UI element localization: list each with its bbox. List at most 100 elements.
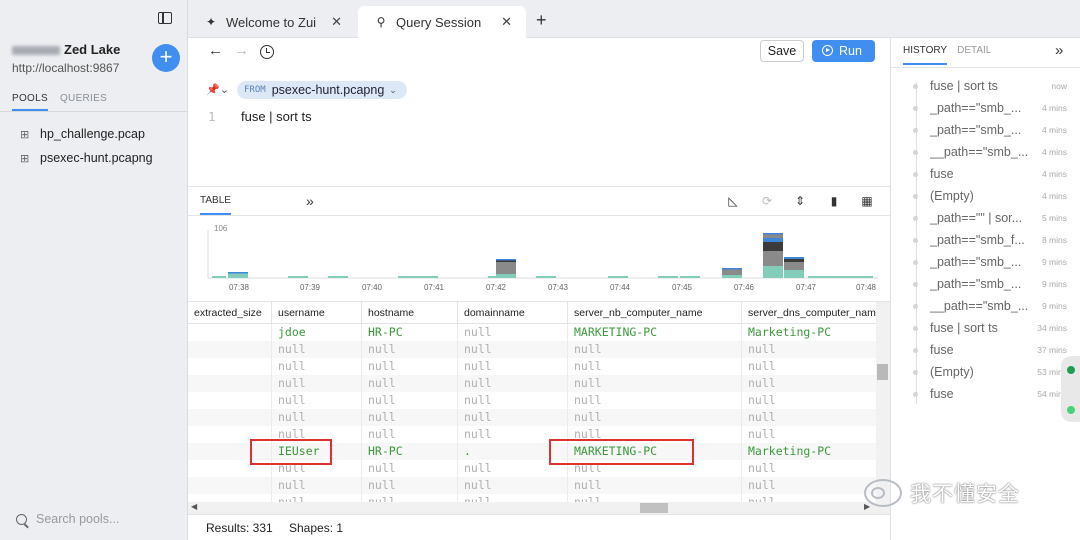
table-cell[interactable]: null bbox=[362, 358, 458, 375]
tab-pools[interactable]: POOLS bbox=[12, 93, 48, 111]
table-cell[interactable]: null bbox=[362, 375, 458, 392]
close-icon[interactable]: ✕ bbox=[501, 14, 512, 30]
table-cell[interactable]: null bbox=[742, 341, 876, 358]
table-cell[interactable]: Marketing-PC bbox=[742, 324, 876, 341]
from-pin-pill[interactable]: FROM psexec-hunt.pcapng ⌄ bbox=[237, 81, 407, 99]
table-cell[interactable]: null bbox=[742, 494, 876, 502]
table-cell[interactable]: MARKETING-PC bbox=[568, 324, 742, 341]
table-cell[interactable]: null bbox=[568, 392, 742, 409]
table-cell[interactable] bbox=[188, 375, 272, 392]
table-row[interactable]: null null null null null bbox=[188, 341, 876, 358]
table-cell[interactable]: null bbox=[568, 409, 742, 426]
collapse-icon[interactable]: ⇕ bbox=[793, 194, 807, 208]
history-item[interactable]: (Empty) 53 mins bbox=[913, 361, 1073, 383]
export-icon[interactable]: ▮ bbox=[827, 194, 841, 208]
table-cell[interactable]: null bbox=[742, 477, 876, 494]
columns-icon[interactable]: ▦ bbox=[860, 194, 874, 208]
history-item[interactable]: fuse | sort ts now bbox=[913, 75, 1073, 97]
horizontal-scrollbar[interactable]: ◀ ▶ bbox=[188, 502, 876, 514]
tab-welcome[interactable]: ✦ Welcome to Zui ✕ bbox=[188, 6, 356, 38]
sidebar-toggle-icon[interactable] bbox=[158, 12, 172, 24]
history-item[interactable]: fuse 37 mins bbox=[913, 339, 1073, 361]
table-cell[interactable]: null bbox=[568, 477, 742, 494]
table-row[interactable]: null null null null null bbox=[188, 494, 876, 502]
table-cell[interactable] bbox=[188, 494, 272, 502]
column-header[interactable]: username bbox=[272, 302, 362, 323]
table-cell[interactable] bbox=[188, 358, 272, 375]
table-cell[interactable]: null bbox=[362, 460, 458, 477]
table-cell[interactable]: null bbox=[272, 477, 362, 494]
table-cell[interactable]: null bbox=[272, 358, 362, 375]
scroll-left-icon[interactable]: ◀ bbox=[191, 502, 197, 511]
tab-query-session[interactable]: ⚲ Query Session ✕ bbox=[358, 6, 526, 38]
history-icon[interactable] bbox=[260, 45, 274, 59]
table-cell[interactable]: null bbox=[458, 392, 568, 409]
table-cell[interactable]: null bbox=[742, 358, 876, 375]
table-cell[interactable]: null bbox=[362, 392, 458, 409]
histogram[interactable]: 106 07:38 07:39 07:40 07:41 07:42 07:43 … bbox=[188, 216, 890, 302]
table-row[interactable]: null null null null null bbox=[188, 477, 876, 494]
pin-icon[interactable]: 📌⌄ bbox=[206, 83, 229, 96]
query-text[interactable]: fuse | sort ts bbox=[241, 109, 312, 124]
table-cell[interactable]: null bbox=[272, 375, 362, 392]
tab-detail[interactable]: DETAIL bbox=[957, 45, 991, 65]
expand-icon[interactable]: » bbox=[306, 193, 314, 209]
column-header[interactable]: server_dns_computer_name bbox=[742, 302, 876, 323]
table-cell[interactable]: null bbox=[272, 392, 362, 409]
table-cell[interactable]: null bbox=[458, 341, 568, 358]
back-arrow-icon[interactable]: ← bbox=[208, 42, 223, 59]
add-pool-button[interactable]: + bbox=[152, 44, 180, 72]
close-icon[interactable]: ✕ bbox=[331, 14, 342, 30]
history-item[interactable]: _path=="smb_... 4 mins bbox=[913, 97, 1073, 119]
pool-item[interactable]: ⊞ hp_challenge.pcap bbox=[20, 122, 153, 146]
column-header[interactable]: domainname bbox=[458, 302, 568, 323]
table-cell[interactable]: null bbox=[568, 375, 742, 392]
scroll-thumb[interactable] bbox=[640, 503, 668, 513]
history-item[interactable]: _path=="smb_... 9 mins bbox=[913, 251, 1073, 273]
table-cell[interactable] bbox=[188, 324, 272, 341]
column-header[interactable]: server_nb_computer_name bbox=[568, 302, 742, 323]
table-cell[interactable] bbox=[188, 409, 272, 426]
table-row[interactable]: null null null null null bbox=[188, 358, 876, 375]
results-table[interactable]: extracted_size username hostname domainn… bbox=[188, 302, 876, 502]
table-cell[interactable]: null bbox=[362, 409, 458, 426]
table-cell[interactable]: null bbox=[458, 358, 568, 375]
table-cell[interactable]: null bbox=[458, 375, 568, 392]
tab-queries[interactable]: QUERIES bbox=[60, 93, 107, 111]
table-cell[interactable]: null bbox=[458, 494, 568, 502]
history-item[interactable]: fuse | sort ts 34 mins bbox=[913, 317, 1073, 339]
column-header[interactable]: extracted_size bbox=[188, 302, 272, 323]
lake-name[interactable]: Zed Lake bbox=[12, 42, 120, 57]
history-item[interactable]: (Empty) 4 mins bbox=[913, 185, 1073, 207]
history-item[interactable]: _path=="smb_f... 8 mins bbox=[913, 229, 1073, 251]
table-row[interactable]: jdoe HR-PC null MARKETING-PC Marketing-PC bbox=[188, 324, 876, 341]
table-row[interactable]: null null null null null bbox=[188, 392, 876, 409]
history-item[interactable]: _path=="smb_... 9 mins bbox=[913, 273, 1073, 295]
table-cell[interactable] bbox=[188, 341, 272, 358]
table-row[interactable]: null null null null null bbox=[188, 409, 876, 426]
history-item[interactable]: fuse 54 mins bbox=[913, 383, 1073, 405]
history-item[interactable]: fuse 4 mins bbox=[913, 163, 1073, 185]
tab-history[interactable]: HISTORY bbox=[903, 45, 948, 65]
pool-item[interactable]: ⊞ psexec-hunt.pcapng bbox=[20, 146, 153, 170]
table-cell[interactable]: null bbox=[362, 494, 458, 502]
table-cell[interactable]: Marketing-PC bbox=[742, 443, 876, 460]
run-button[interactable]: Run bbox=[812, 40, 875, 62]
table-cell[interactable]: null bbox=[458, 324, 568, 341]
tab-table[interactable]: TABLE bbox=[200, 195, 231, 215]
scroll-thumb[interactable] bbox=[877, 364, 888, 380]
table-cell[interactable]: null bbox=[272, 341, 362, 358]
floating-widget[interactable] bbox=[1061, 356, 1080, 422]
table-cell[interactable]: HR-PC bbox=[362, 443, 458, 460]
save-button[interactable]: Save bbox=[760, 40, 804, 62]
table-cell[interactable]: null bbox=[458, 409, 568, 426]
table-cell[interactable]: null bbox=[458, 477, 568, 494]
table-cell[interactable]: null bbox=[568, 341, 742, 358]
table-cell[interactable]: HR-PC bbox=[362, 324, 458, 341]
table-cell[interactable]: null bbox=[362, 426, 458, 443]
table-cell[interactable]: jdoe bbox=[272, 324, 362, 341]
table-cell[interactable]: null bbox=[742, 392, 876, 409]
history-item[interactable]: _path=="" | sor... 5 mins bbox=[913, 207, 1073, 229]
search-pools-input[interactable]: Search pools... bbox=[16, 512, 119, 526]
table-row[interactable]: null null null null null bbox=[188, 375, 876, 392]
